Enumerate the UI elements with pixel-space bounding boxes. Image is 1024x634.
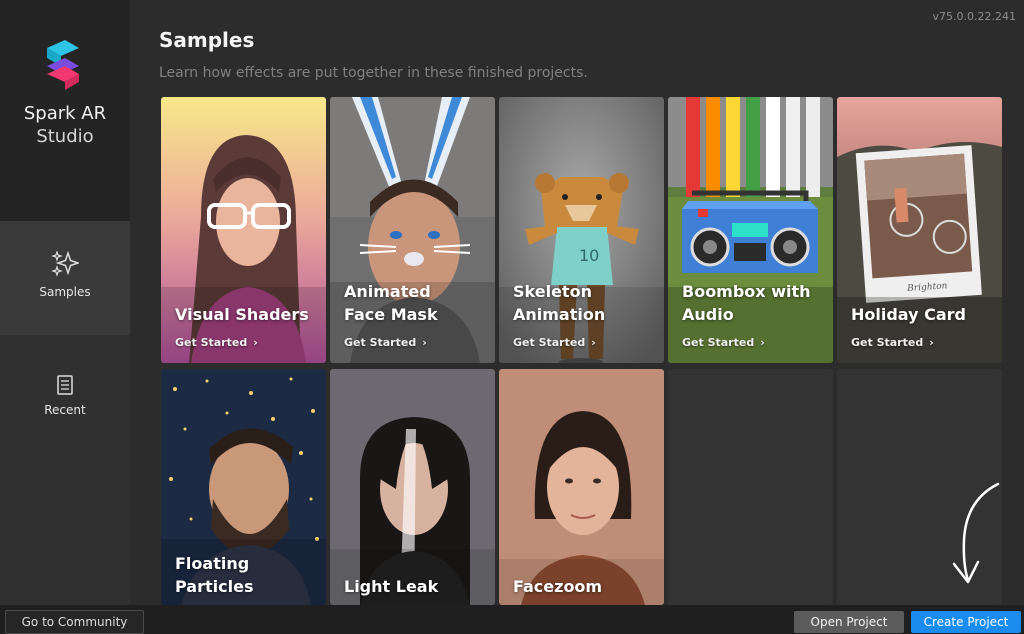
card-title-line-1: Skeleton [513, 282, 592, 301]
card-title-line-2: Animation [513, 305, 606, 324]
facezoom-thumbnail [499, 369, 664, 605]
main-content: v75.0.0.22.241 Samples Learn how effects… [130, 0, 1024, 605]
jersey-number: 10 [579, 246, 599, 265]
get-started-link[interactable]: Get Started › [682, 336, 765, 349]
arrow-down-icon [952, 482, 1000, 584]
sidebar-item-label: Recent [44, 403, 86, 417]
link-label: Get Started [344, 336, 417, 349]
card-title-line-1: Floating [175, 554, 250, 573]
link-label: Get Started [682, 336, 755, 349]
sample-card-light-leak[interactable]: Light Leak [330, 369, 495, 605]
get-started-link[interactable]: Get Started › [175, 336, 258, 349]
sidebar-item-samples[interactable]: Samples [0, 221, 130, 335]
brand-panel: Spark AR Studio [0, 0, 130, 221]
version-label: v75.0.0.22.241 [932, 10, 1016, 23]
sample-card-facezoom[interactable]: Facezoom [499, 369, 664, 605]
chevron-right-icon: › [422, 336, 427, 349]
page-title: Samples [159, 28, 255, 52]
brand-subtitle: Studio [36, 126, 94, 147]
sidebar: Spark AR Studio Samples Recent [0, 0, 130, 605]
light-leak-thumbnail [330, 369, 495, 605]
card-title-line-2: Particles [175, 577, 254, 596]
card-title-line-2: Audio [682, 305, 734, 324]
sample-card-holiday-card[interactable]: Brighton Holiday Card Get Started › [837, 97, 1002, 363]
document-icon [57, 375, 73, 395]
card-title: Visual Shaders [175, 305, 309, 324]
sidebar-item-recent[interactable]: Recent [0, 335, 130, 449]
get-started-link[interactable]: Get Started › [344, 336, 427, 349]
spark-ar-logo-icon [47, 40, 79, 90]
link-label: Get Started [175, 336, 248, 349]
sample-card-visual-shaders[interactable]: Visual Shaders Get Started › [161, 97, 326, 363]
create-project-button[interactable]: Create Project [911, 611, 1021, 633]
card-title: Holiday Card [851, 305, 966, 324]
chevron-right-icon: › [591, 336, 596, 349]
open-project-button[interactable]: Open Project [794, 611, 904, 633]
sample-card-floating-particles[interactable]: Floating Particles [161, 369, 326, 605]
page-subtitle: Learn how effects are put together in th… [159, 65, 588, 81]
empty-card-slot [668, 369, 833, 605]
link-label: Get Started [851, 336, 924, 349]
card-title: Light Leak [344, 577, 439, 596]
card-title-line-1: Animated [344, 282, 431, 301]
link-label: Get Started [513, 336, 586, 349]
sparkles-icon [51, 251, 79, 277]
brand-name: Spark AR [23, 103, 107, 124]
chevron-right-icon: › [929, 336, 934, 349]
card-title-line-1: Boombox with [682, 282, 811, 301]
get-started-link[interactable]: Get Started › [851, 336, 934, 349]
sample-card-boombox-with-audio[interactable]: Boombox with Audio Get Started › [668, 97, 833, 363]
get-started-link[interactable]: Get Started › [513, 336, 596, 349]
card-title: Facezoom [513, 577, 603, 596]
sample-card-animated-face-mask[interactable]: Animated Face Mask Get Started › [330, 97, 495, 363]
sample-card-skeleton-animation[interactable]: 10 Skeleton Animation Get Started › [499, 97, 664, 363]
card-title-line-2: Face Mask [344, 305, 438, 324]
go-to-community-button[interactable]: Go to Community [5, 610, 144, 634]
chevron-right-icon: › [253, 336, 258, 349]
sidebar-item-label: Samples [39, 285, 91, 299]
chevron-right-icon: › [760, 336, 765, 349]
